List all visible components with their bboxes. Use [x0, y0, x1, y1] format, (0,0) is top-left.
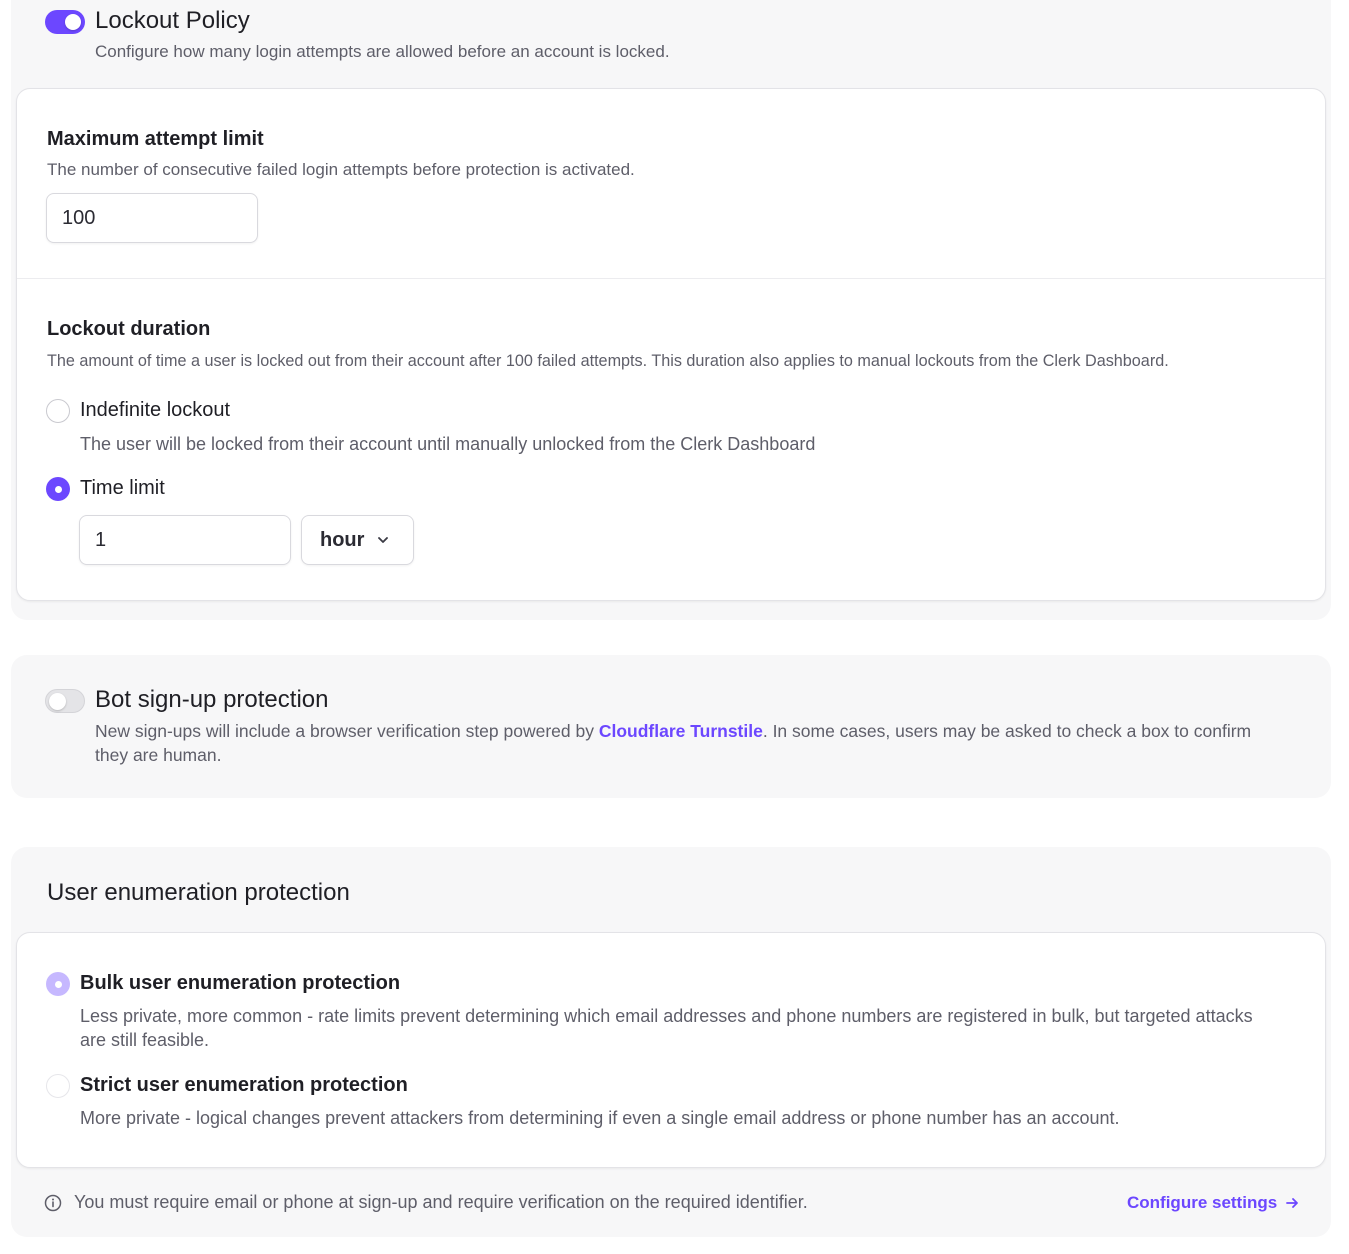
lockout-policy-description: Configure how many login attempts are al…: [95, 42, 670, 61]
time-limit-label: Time limit: [80, 477, 165, 499]
enumeration-requirement-note: You must require email or phone at sign-…: [74, 1192, 808, 1212]
lockout-duration-title: Lockout duration: [47, 318, 211, 340]
bot-protection-section: Bot sign-up protection New sign-ups will…: [11, 655, 1331, 798]
bulk-enumeration-radio[interactable]: [46, 972, 70, 996]
arrow-right-icon: [1286, 1198, 1299, 1208]
time-limit-value-input[interactable]: [79, 515, 291, 565]
indefinite-lockout-label: Indefinite lockout: [80, 399, 231, 421]
max-attempt-description: The number of consecutive failed login a…: [47, 160, 635, 179]
bot-protection-description-start: New sign-ups will include a browser veri…: [95, 721, 599, 741]
bulk-enumeration-description: Less private, more common - rate limits …: [80, 1006, 1253, 1050]
lockout-duration-description: The amount of time a user is locked out …: [47, 352, 1169, 370]
strict-enumeration-radio[interactable]: [46, 1074, 70, 1098]
info-icon: [44, 1194, 62, 1212]
toggle-knob: [65, 14, 81, 30]
bot-protection-title: Bot sign-up protection: [95, 686, 329, 713]
lockout-policy-section: Lockout Policy Configure how many login …: [11, 0, 1331, 620]
lockout-policy-title: Lockout Policy: [95, 7, 250, 34]
user-enumeration-card: Bulk user enumeration protection Less pr…: [16, 932, 1326, 1168]
time-unit-select[interactable]: hour: [301, 515, 414, 565]
configure-settings-label: Configure settings: [1127, 1193, 1278, 1212]
bulk-enumeration-label: Bulk user enumeration protection: [80, 972, 401, 994]
indefinite-lockout-description: The user will be locked from their accou…: [80, 434, 816, 454]
bot-protection-toggle[interactable]: [45, 689, 85, 713]
cloudflare-turnstile-link[interactable]: Cloudflare Turnstile: [599, 721, 763, 741]
strict-enumeration-description: More private - logical changes prevent a…: [80, 1108, 1120, 1128]
toggle-knob: [49, 693, 66, 710]
lockout-policy-toggle[interactable]: [45, 10, 85, 34]
user-enumeration-section: User enumeration protection Bulk user en…: [11, 847, 1331, 1237]
card-divider: [17, 278, 1325, 279]
configure-settings-link[interactable]: Configure settings: [1127, 1193, 1299, 1213]
lockout-settings-card: Maximum attempt limit The number of cons…: [16, 88, 1326, 601]
strict-enumeration-label: Strict user enumeration protection: [80, 1074, 408, 1096]
chevron-down-icon: [378, 537, 389, 543]
time-unit-value: hour: [320, 528, 365, 551]
time-limit-radio[interactable]: [46, 477, 70, 501]
max-attempt-input[interactable]: [46, 193, 258, 243]
max-attempt-title: Maximum attempt limit: [47, 128, 264, 150]
user-enumeration-title: User enumeration protection: [47, 879, 350, 906]
bot-protection-description: New sign-ups will include a browser veri…: [95, 719, 1285, 767]
indefinite-lockout-radio[interactable]: [46, 399, 70, 423]
